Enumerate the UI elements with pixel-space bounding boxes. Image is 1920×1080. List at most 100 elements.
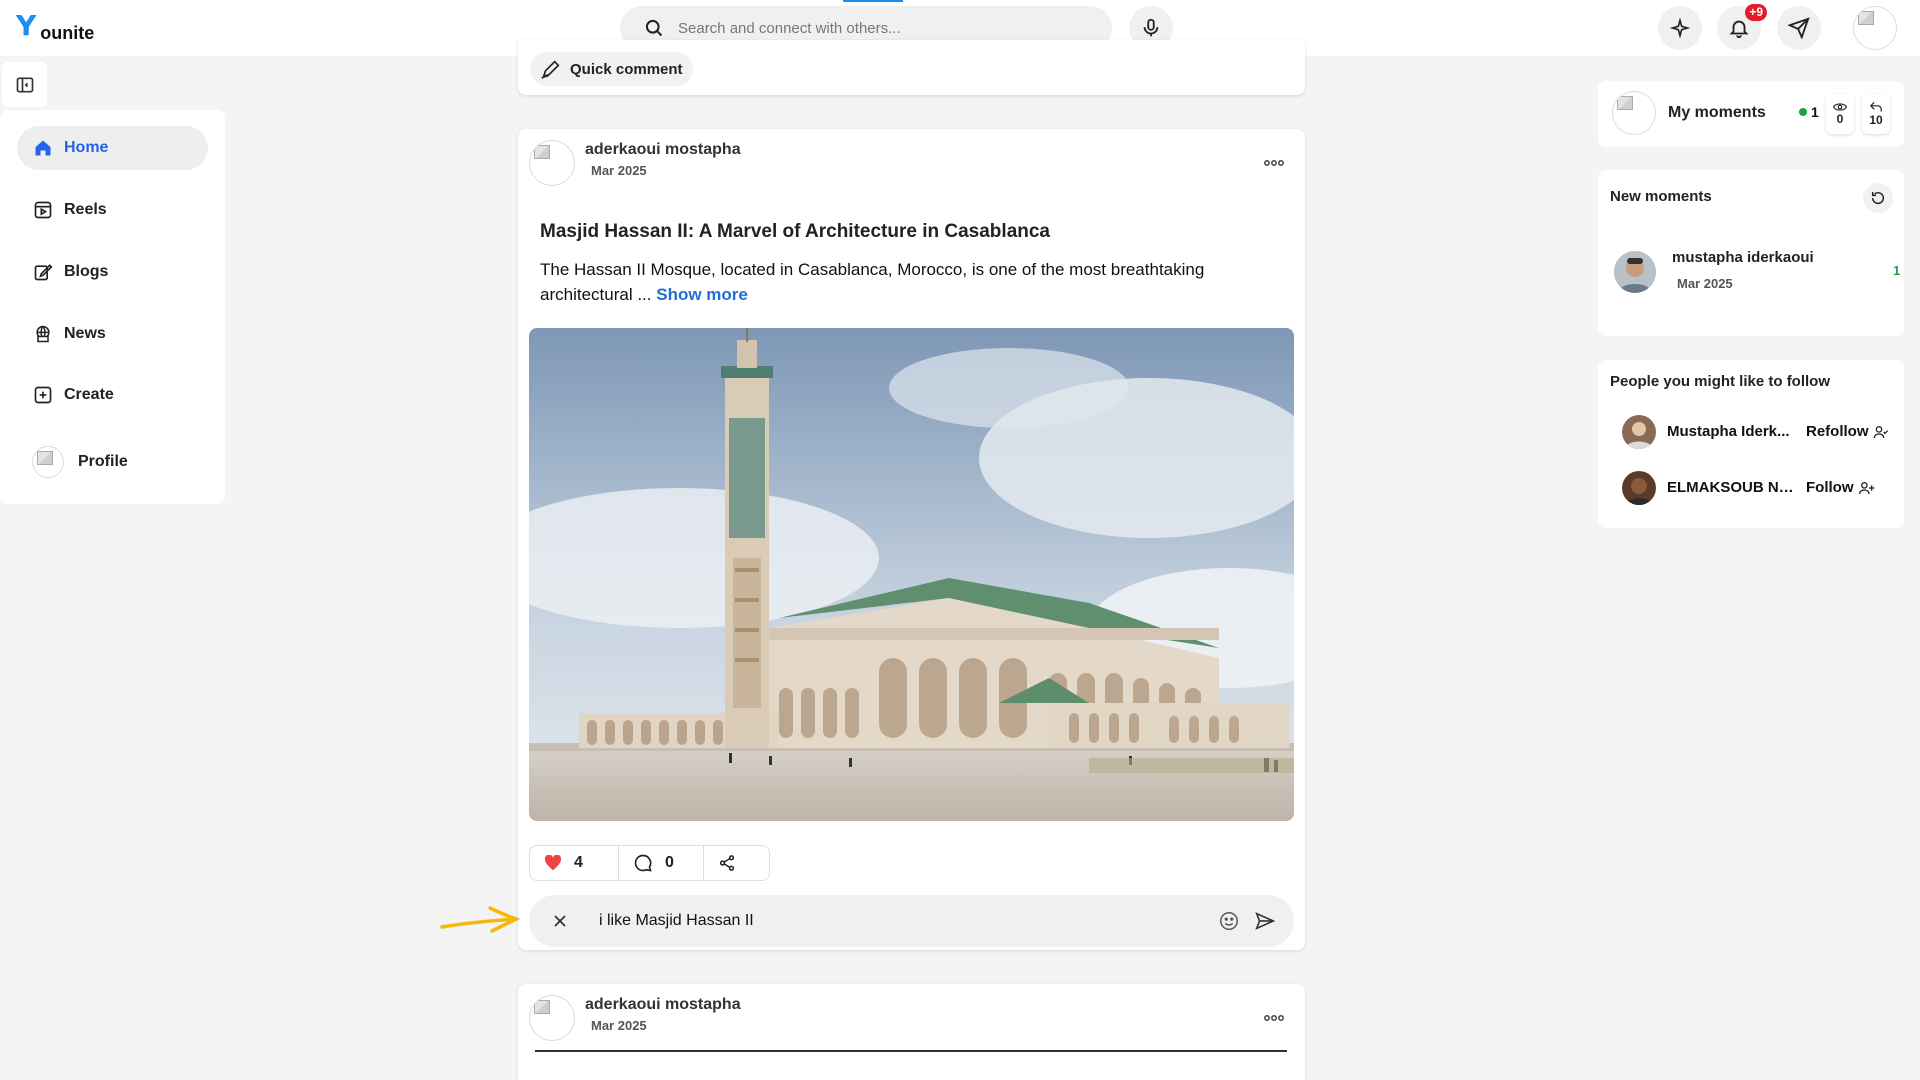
moment-date: Mar 2025 [1677,276,1733,291]
reaction-bar: 4 0 [529,845,770,881]
new-moments-title: New moments [1610,188,1712,205]
comment-input-bar: i like Masjid Hassan II [529,895,1294,947]
messages-button[interactable] [1777,6,1821,50]
moment-user-name[interactable]: mustapha iderkaoui [1672,249,1814,266]
post-options-button[interactable] [1264,154,1284,170]
active-moments-count: 1 [1811,104,1819,120]
ai-assistant-button[interactable] [1658,6,1702,50]
quick-comment-label: Quick comment [570,60,683,78]
sidebar-item-home[interactable]: Home [17,126,208,170]
bell-icon [1729,20,1749,39]
collapse-sidebar-button[interactable] [2,62,47,107]
avatar-image [32,446,64,478]
notification-badge: +9 [1745,4,1767,21]
active-indicator [843,0,903,2]
suggestions-title: People you might like to follow [1610,373,1831,390]
sparkle-icon [1670,18,1690,38]
close-icon [554,915,566,927]
active-moments: 1 [1799,104,1819,120]
left-sidebar: Home Reels Blogs News Create Profile [0,110,225,504]
mosque-photo [529,328,1294,821]
more-options-icon [1264,160,1284,166]
sidebar-item-blogs[interactable]: Blogs [17,250,208,294]
post-body: The Hassan II Mosque, located in Casabla… [540,257,1260,307]
heart-icon [544,855,562,871]
post-body-text: The Hassan II Mosque, located in Casabla… [540,260,1205,304]
comment-icon [634,854,652,872]
sidebar-item-profile[interactable]: Profile [17,436,208,488]
post-author-avatar[interactable] [529,995,575,1041]
reels-icon [32,199,54,221]
avatar [32,446,64,478]
notifications-button[interactable]: +9 [1717,4,1767,50]
avatar-image [1853,6,1897,50]
sidebar-item-label: News [64,325,106,342]
sidebar-item-label: Home [64,139,109,156]
send-comment-button[interactable] [1254,910,1276,932]
sidebar-item-reels[interactable]: Reels [17,188,208,232]
home-icon [32,137,54,159]
person-photo [1622,415,1656,449]
annotation-arrow [440,906,520,933]
views-count: 0 [1836,112,1844,126]
suggestion-avatar[interactable] [1622,415,1656,449]
follow-label: Follow [1806,479,1854,496]
online-dot [1799,108,1807,116]
sidebar-toggle-icon [16,77,33,92]
like-count: 4 [574,854,583,871]
search-input[interactable] [678,19,1078,37]
shares-stat: 10 [1862,94,1890,134]
more-options-icon [1264,1015,1284,1021]
post-options-button[interactable] [1264,1009,1284,1025]
create-icon [32,384,54,406]
share-button[interactable] [703,846,769,880]
logo-mark: Y [16,9,37,42]
quick-comment-button[interactable]: Quick comment [530,52,693,86]
pen-icon [541,60,560,79]
blogs-icon [32,261,54,283]
post-image[interactable] [529,328,1294,821]
refollow-button[interactable]: Refollow [1806,423,1889,440]
logo[interactable]: Y ounite [16,9,94,44]
send-icon [1255,912,1276,930]
user-avatar[interactable] [1853,6,1897,50]
reply-icon [1869,101,1882,112]
post-title: Masjid Hassan II: A Marvel of Architectu… [540,221,1050,242]
person-photo [1614,251,1656,293]
shares-count: 10 [1869,113,1883,127]
suggestion-name[interactable]: Mustapha Iderk... [1667,423,1799,440]
comment-input[interactable]: i like Masjid Hassan II [599,912,1218,930]
post-date: Mar 2025 [591,1018,647,1033]
emoji-button[interactable] [1218,910,1240,932]
like-button[interactable]: 4 [530,846,618,880]
post-author-avatar[interactable] [529,140,575,186]
suggestion-avatar[interactable] [1622,471,1656,505]
refollow-label: Refollow [1806,423,1869,440]
share-icon [719,855,735,871]
sidebar-item-label: Create [64,386,114,403]
sidebar-item-news[interactable]: News [17,312,208,356]
show-more-link[interactable]: Show more [656,285,748,304]
comment-button[interactable]: 0 [618,846,703,880]
sidebar-item-label: Reels [64,201,107,218]
my-moments-avatar [1612,91,1656,135]
suggestion-name[interactable]: ELMAKSOUB NO... [1667,479,1799,496]
sidebar-item-label: Profile [78,453,128,470]
search-icon [645,19,663,37]
eye-icon [1833,103,1847,111]
post-date: Mar 2025 [591,163,647,178]
post-author-name[interactable]: aderkaoui mostapha [585,996,741,1014]
send-icon [1788,17,1810,39]
sidebar-item-label: Blogs [64,263,109,280]
news-icon [32,323,54,345]
sidebar-item-create[interactable]: Create [17,373,208,417]
refresh-icon [1871,191,1885,205]
comment-count: 0 [665,854,674,871]
clear-comment-button[interactable] [553,914,567,928]
follow-button[interactable]: Follow [1806,479,1876,496]
refresh-moments-button[interactable] [1863,183,1893,213]
user-check-icon [1873,425,1888,438]
moment-user-avatar[interactable] [1614,251,1656,293]
post-author-name[interactable]: aderkaoui mostapha [585,141,741,159]
moment-count: 1 [1893,263,1901,278]
